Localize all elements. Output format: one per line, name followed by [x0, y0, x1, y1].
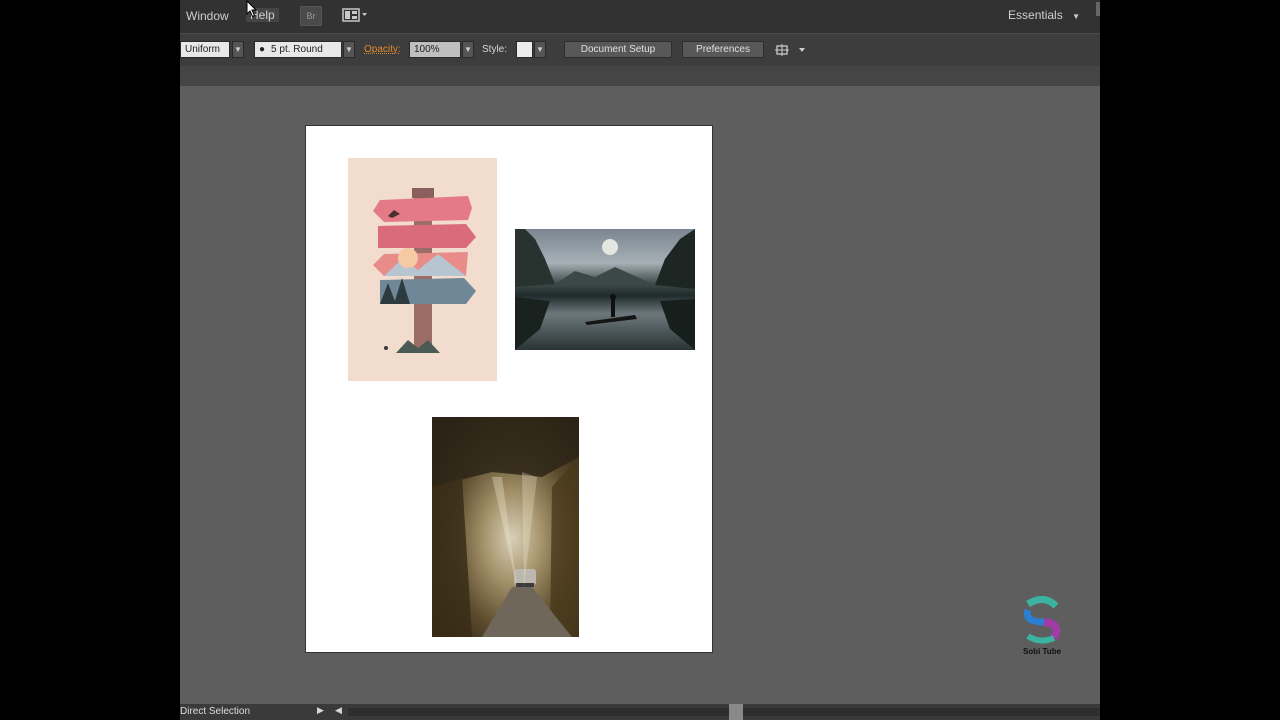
watermark-text: Sobi Tube	[1022, 647, 1062, 656]
status-tool-label: Direct Selection	[180, 706, 251, 717]
arrange-menu-button[interactable]	[775, 41, 815, 58]
stroke-profile-field[interactable]: Uniform	[180, 41, 230, 58]
watermark-logo: Sobi Tube	[1014, 596, 1070, 660]
chevron-down-icon: ▼	[1072, 12, 1080, 21]
opacity-value: 100%	[414, 44, 440, 55]
illustrator-window: Window Help Br Essentials ▼ Uniform ▼ ● …	[180, 0, 1100, 720]
lake-photo[interactable]	[515, 229, 695, 350]
status-menu-arrow-icon[interactable]: ▶	[317, 705, 324, 716]
arrange-documents-button[interactable]	[340, 6, 370, 24]
opacity-label[interactable]: Opacity:	[364, 41, 401, 58]
brush-value: 5 pt. Round	[271, 44, 323, 55]
brush-field[interactable]: ● 5 pt. Round	[254, 41, 342, 58]
document-setup-label: Document Setup	[580, 44, 656, 55]
signpost-illustration[interactable]	[348, 158, 497, 381]
document-tab-strip	[180, 66, 1100, 86]
opacity-dropdown[interactable]: ▼	[462, 41, 474, 58]
brush-dropdown[interactable]: ▼	[343, 41, 355, 58]
preferences-label: Preferences	[696, 44, 750, 55]
forest-road-graphic	[432, 417, 579, 637]
document-setup-button[interactable]: Document Setup	[564, 41, 672, 58]
control-bar: Uniform ▼ ● 5 pt. Round ▼ Opacity: 100% …	[180, 33, 1100, 66]
menu-bar: Window Help Br Essentials ▼	[180, 0, 1100, 33]
stroke-profile-dropdown[interactable]: ▼	[232, 41, 244, 58]
style-dropdown[interactable]: ▼	[534, 41, 546, 58]
stroke-profile-value: Uniform	[185, 44, 221, 55]
arrange-documents-icon	[342, 8, 367, 22]
style-label: Style:	[482, 44, 508, 55]
menu-window[interactable]: Window	[186, 9, 229, 23]
window-edge	[1096, 2, 1100, 16]
signpost-graphic	[373, 188, 476, 353]
lake-photo-graphic	[515, 229, 695, 350]
control-panel-menu-icon	[775, 43, 805, 56]
bridge-icon: Br	[306, 11, 316, 21]
scrollbar-thumb[interactable]	[729, 704, 743, 720]
cursor-icon	[246, 0, 258, 18]
style-swatch[interactable]	[516, 41, 533, 58]
sobi-tube-logo-icon	[1023, 596, 1061, 644]
artboard[interactable]	[305, 125, 713, 653]
forest-road-photo[interactable]	[432, 417, 579, 637]
opacity-field[interactable]: 100%	[409, 41, 461, 58]
brush-dot-icon: ●	[259, 44, 266, 55]
workspace-switcher[interactable]: Essentials ▼	[1008, 8, 1080, 22]
horizontal-scrollbar[interactable]	[348, 708, 1100, 716]
scroll-left-arrow-icon[interactable]: ◀	[335, 705, 342, 716]
status-bar: Direct Selection ▶ ◀	[180, 704, 1100, 720]
bridge-button[interactable]: Br	[300, 6, 322, 26]
workspace-label: Essentials	[1008, 8, 1063, 22]
preferences-button[interactable]: Preferences	[682, 41, 764, 58]
